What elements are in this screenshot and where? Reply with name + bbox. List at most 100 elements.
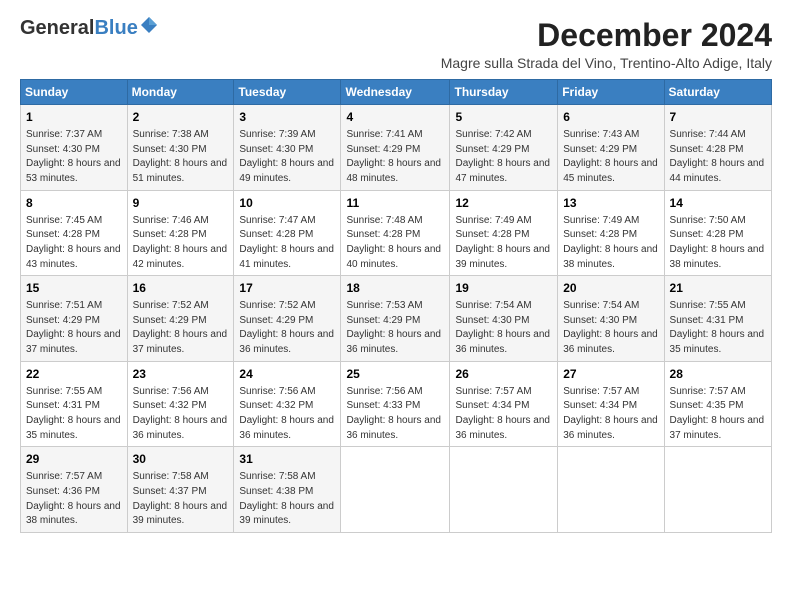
calendar-cell: 8 Sunrise: 7:45 AMSunset: 4:28 PMDaylight… <box>21 190 128 276</box>
day-info: Sunrise: 7:49 AMSunset: 4:28 PMDaylight:… <box>455 215 550 270</box>
calendar-cell: 5 Sunrise: 7:42 AMSunset: 4:29 PMDaylight… <box>450 105 558 191</box>
calendar-cell: 13 Sunrise: 7:49 AMSunset: 4:28 PMDayligh… <box>558 190 664 276</box>
page-subtitle: Magre sulla Strada del Vino, Trentino-Al… <box>441 55 772 71</box>
calendar-cell: 25Sunrise: 7:56 AMSunset: 4:33 PMDayligh… <box>341 361 450 447</box>
day-number: 31 <box>239 451 335 468</box>
calendar-week-3: 15 Sunrise: 7:51 AMSunset: 4:29 PMDayligh… <box>21 276 772 362</box>
calendar-cell <box>558 447 664 533</box>
day-info: Sunrise: 7:58 AMSunset: 4:37 PMDaylight:… <box>133 471 228 526</box>
day-info: Sunrise: 7:46 AMSunset: 4:28 PMDaylight:… <box>133 215 228 270</box>
day-number: 16 <box>133 280 229 297</box>
calendar-cell: 15 Sunrise: 7:51 AMSunset: 4:29 PMDayligh… <box>21 276 128 362</box>
day-info: Sunrise: 7:47 AMSunset: 4:28 PMDaylight:… <box>239 215 334 270</box>
day-info: Sunrise: 7:56 AMSunset: 4:32 PMDaylight:… <box>239 386 334 441</box>
calendar-cell: 6 Sunrise: 7:43 AMSunset: 4:29 PMDaylight… <box>558 105 664 191</box>
day-info: Sunrise: 7:38 AMSunset: 4:30 PMDaylight:… <box>133 129 228 184</box>
calendar-cell: 30 Sunrise: 7:58 AMSunset: 4:37 PMDayligh… <box>127 447 234 533</box>
calendar-cell <box>450 447 558 533</box>
calendar-cell: 7 Sunrise: 7:44 AMSunset: 4:28 PMDaylight… <box>664 105 771 191</box>
day-info: Sunrise: 7:53 AMSunset: 4:29 PMDaylight:… <box>346 300 441 355</box>
day-info: Sunrise: 7:56 AMSunset: 4:33 PMDaylight:… <box>346 386 441 441</box>
day-info: Sunrise: 7:57 AMSunset: 4:36 PMDaylight:… <box>26 471 121 526</box>
day-header-tuesday: Tuesday <box>234 80 341 105</box>
day-info: Sunrise: 7:55 AMSunset: 4:31 PMDaylight:… <box>26 386 121 441</box>
day-info: Sunrise: 7:51 AMSunset: 4:29 PMDaylight:… <box>26 300 121 355</box>
calendar-cell: 26 Sunrise: 7:57 AMSunset: 4:34 PMDayligh… <box>450 361 558 447</box>
day-info: Sunrise: 7:52 AMSunset: 4:29 PMDaylight:… <box>133 300 228 355</box>
day-number: 21 <box>670 280 766 297</box>
calendar-header: SundayMondayTuesdayWednesdayThursdayFrid… <box>21 80 772 105</box>
calendar-cell <box>341 447 450 533</box>
day-number: 7 <box>670 109 766 126</box>
logo-blue-text: Blue <box>94 17 137 39</box>
calendar-cell: 27 Sunrise: 7:57 AMSunset: 4:34 PMDayligh… <box>558 361 664 447</box>
calendar-cell: 14 Sunrise: 7:50 AMSunset: 4:28 PMDayligh… <box>664 190 771 276</box>
calendar-cell: 21 Sunrise: 7:55 AMSunset: 4:31 PMDayligh… <box>664 276 771 362</box>
day-info: Sunrise: 7:49 AMSunset: 4:28 PMDaylight:… <box>563 215 658 270</box>
day-number: 13 <box>563 195 658 212</box>
calendar-cell: 19Sunrise: 7:54 AMSunset: 4:30 PMDayligh… <box>450 276 558 362</box>
calendar-cell: 2Sunrise: 7:38 AMSunset: 4:30 PMDaylight… <box>127 105 234 191</box>
calendar-cell: 12Sunrise: 7:49 AMSunset: 4:28 PMDayligh… <box>450 190 558 276</box>
day-header-wednesday: Wednesday <box>341 80 450 105</box>
day-info: Sunrise: 7:50 AMSunset: 4:28 PMDaylight:… <box>670 215 765 270</box>
calendar-cell: 23 Sunrise: 7:56 AMSunset: 4:32 PMDayligh… <box>127 361 234 447</box>
day-header-thursday: Thursday <box>450 80 558 105</box>
calendar-cell: 28 Sunrise: 7:57 AMSunset: 4:35 PMDayligh… <box>664 361 771 447</box>
calendar-table: SundayMondayTuesdayWednesdayThursdayFrid… <box>20 79 772 533</box>
calendar-cell: 31Sunrise: 7:58 AMSunset: 4:38 PMDayligh… <box>234 447 341 533</box>
page-container: GeneralBlue December 2024 Magre sulla St… <box>0 0 792 543</box>
calendar-cell: 17Sunrise: 7:52 AMSunset: 4:29 PMDayligh… <box>234 276 341 362</box>
day-number: 4 <box>346 109 444 126</box>
day-number: 5 <box>455 109 552 126</box>
day-header-monday: Monday <box>127 80 234 105</box>
day-number: 6 <box>563 109 658 126</box>
calendar-cell: 16 Sunrise: 7:52 AMSunset: 4:29 PMDayligh… <box>127 276 234 362</box>
calendar-cell: 29Sunrise: 7:57 AMSunset: 4:36 PMDayligh… <box>21 447 128 533</box>
day-number: 18 <box>346 280 444 297</box>
day-info: Sunrise: 7:54 AMSunset: 4:30 PMDaylight:… <box>563 300 658 355</box>
day-number: 23 <box>133 366 229 383</box>
title-block: December 2024 Magre sulla Strada del Vin… <box>441 18 772 71</box>
day-header-friday: Friday <box>558 80 664 105</box>
day-info: Sunrise: 7:55 AMSunset: 4:31 PMDaylight:… <box>670 300 765 355</box>
day-number: 30 <box>133 451 229 468</box>
day-number: 27 <box>563 366 658 383</box>
calendar-cell: 24Sunrise: 7:56 AMSunset: 4:32 PMDayligh… <box>234 361 341 447</box>
day-info: Sunrise: 7:37 AMSunset: 4:30 PMDaylight:… <box>26 129 121 184</box>
calendar-cell: 1 Sunrise: 7:37 AMSunset: 4:30 PMDaylight… <box>21 105 128 191</box>
day-number: 15 <box>26 280 122 297</box>
day-number: 11 <box>346 195 444 212</box>
calendar-cell: 11 Sunrise: 7:48 AMSunset: 4:28 PMDayligh… <box>341 190 450 276</box>
calendar-cell: 22 Sunrise: 7:55 AMSunset: 4:31 PMDayligh… <box>21 361 128 447</box>
day-number: 26 <box>455 366 552 383</box>
day-info: Sunrise: 7:57 AMSunset: 4:34 PMDaylight:… <box>455 386 550 441</box>
day-number: 3 <box>239 109 335 126</box>
day-number: 9 <box>133 195 229 212</box>
day-number: 8 <box>26 195 122 212</box>
header-row-days: SundayMondayTuesdayWednesdayThursdayFrid… <box>21 80 772 105</box>
day-info: Sunrise: 7:56 AMSunset: 4:32 PMDaylight:… <box>133 386 228 441</box>
day-header-saturday: Saturday <box>664 80 771 105</box>
day-number: 17 <box>239 280 335 297</box>
day-header-sunday: Sunday <box>21 80 128 105</box>
day-info: Sunrise: 7:41 AMSunset: 4:29 PMDaylight:… <box>346 129 441 184</box>
day-number: 14 <box>670 195 766 212</box>
day-info: Sunrise: 7:57 AMSunset: 4:34 PMDaylight:… <box>563 386 658 441</box>
calendar-cell <box>664 447 771 533</box>
day-info: Sunrise: 7:42 AMSunset: 4:29 PMDaylight:… <box>455 129 550 184</box>
day-number: 28 <box>670 366 766 383</box>
calendar-week-1: 1 Sunrise: 7:37 AMSunset: 4:30 PMDaylight… <box>21 105 772 191</box>
day-info: Sunrise: 7:44 AMSunset: 4:28 PMDaylight:… <box>670 129 765 184</box>
day-number: 20 <box>563 280 658 297</box>
day-info: Sunrise: 7:57 AMSunset: 4:35 PMDaylight:… <box>670 386 765 441</box>
day-info: Sunrise: 7:43 AMSunset: 4:29 PMDaylight:… <box>563 129 658 184</box>
day-number: 22 <box>26 366 122 383</box>
calendar-cell: 4 Sunrise: 7:41 AMSunset: 4:29 PMDaylight… <box>341 105 450 191</box>
day-info: Sunrise: 7:45 AMSunset: 4:28 PMDaylight:… <box>26 215 121 270</box>
logo-icon <box>140 16 158 34</box>
day-number: 1 <box>26 109 122 126</box>
logo: GeneralBlue <box>20 18 158 38</box>
day-number: 10 <box>239 195 335 212</box>
day-info: Sunrise: 7:48 AMSunset: 4:28 PMDaylight:… <box>346 215 441 270</box>
